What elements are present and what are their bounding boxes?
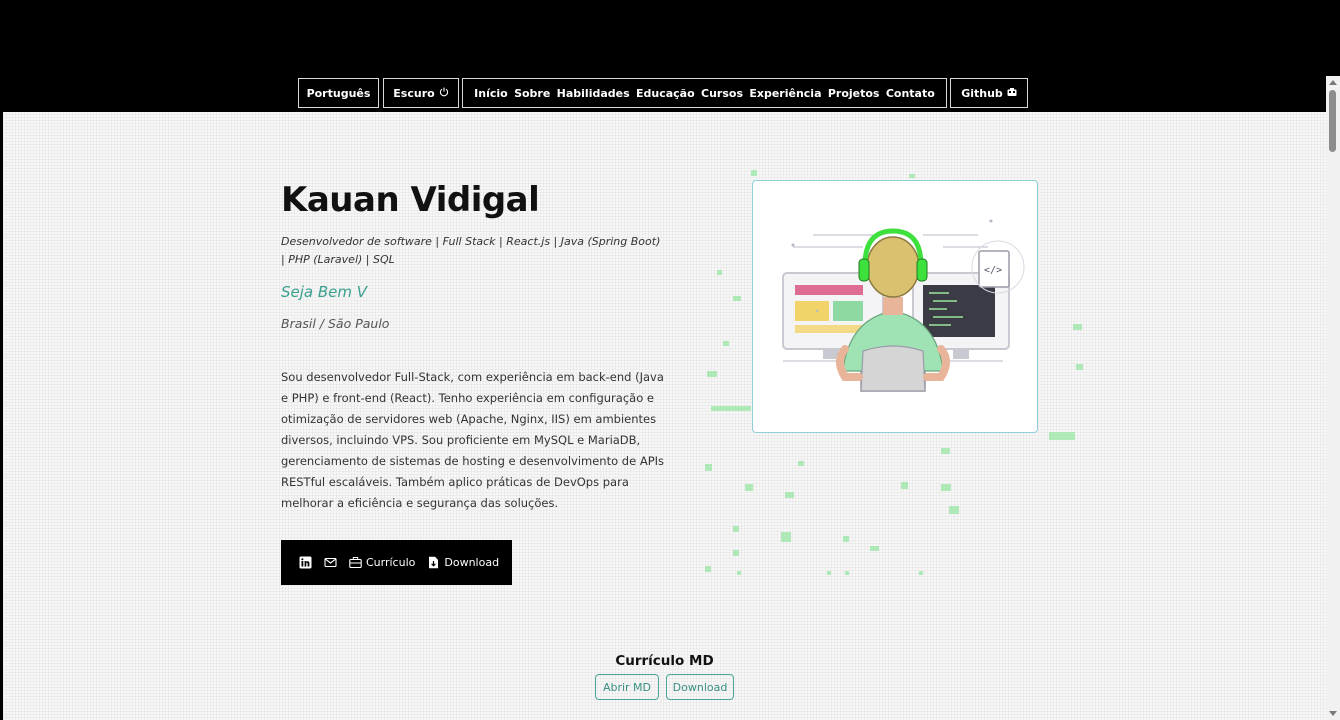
menu-item-inicio[interactable]: Início: [472, 87, 510, 100]
language-button[interactable]: Português: [298, 78, 379, 108]
open-md-button[interactable]: Abrir MD: [595, 674, 659, 700]
bio-paragraph: Sou desenvolvedor Full-Stack, com experi…: [281, 370, 665, 510]
menu-item-sobre[interactable]: Sobre: [512, 87, 552, 100]
power-icon: [439, 87, 449, 100]
navbar: Português Escuro Início Sobre Habilidade…: [3, 76, 1326, 112]
scroll-down-arrow-icon[interactable]: [1329, 711, 1337, 716]
page-content: Português Escuro Início Sobre Habilidade…: [3, 76, 1326, 720]
menu-item-cursos[interactable]: Cursos: [699, 87, 745, 100]
vertical-scrollbar[interactable]: [1326, 76, 1340, 720]
svg-text:</>: </>: [984, 265, 1002, 276]
resume-md-title: Currículo MD: [615, 653, 714, 669]
file-download-icon: [427, 556, 440, 569]
menu-item-projetos[interactable]: Projetos: [826, 87, 882, 100]
github-button[interactable]: Github: [950, 78, 1028, 108]
theme-label: Escuro: [393, 86, 435, 100]
download-md-button[interactable]: Download: [666, 674, 734, 700]
briefcase-icon: [349, 556, 362, 569]
language-label: Português: [306, 86, 371, 100]
main-menu: Início Sobre Habilidades Educação Cursos…: [462, 78, 947, 108]
hero-subtitle: Desenvolvedor de software | Full Stack |…: [281, 235, 661, 266]
hero-name: Kauan Vidigal: [281, 180, 540, 220]
github-label: Github: [961, 86, 1003, 100]
github-icon: [1007, 87, 1017, 100]
email-link[interactable]: [324, 556, 337, 569]
menu-item-contato[interactable]: Contato: [884, 87, 937, 100]
scroll-up-arrow-icon[interactable]: [1329, 80, 1337, 85]
resume-link[interactable]: Currículo: [349, 556, 415, 569]
linkedin-link[interactable]: [299, 556, 312, 569]
welcome-text: Seja Bem V: [281, 283, 368, 301]
location-text: Brasil / São Paulo: [281, 316, 390, 331]
developer-illustration: </>: [752, 180, 1038, 433]
scrollbar-thumb[interactable]: [1329, 90, 1336, 152]
download-link[interactable]: Download: [427, 556, 499, 569]
mail-icon: [324, 556, 337, 569]
menu-item-habilidades[interactable]: Habilidades: [555, 87, 632, 100]
linkedin-icon: [299, 556, 312, 569]
theme-toggle-button[interactable]: Escuro: [383, 78, 459, 108]
resume-label: Currículo: [366, 556, 416, 569]
contact-bar: Currículo Download: [281, 540, 512, 585]
menu-item-experiencia[interactable]: Experiência: [747, 87, 823, 100]
menu-item-educacao[interactable]: Educação: [634, 87, 697, 100]
download-label: Download: [444, 556, 500, 569]
